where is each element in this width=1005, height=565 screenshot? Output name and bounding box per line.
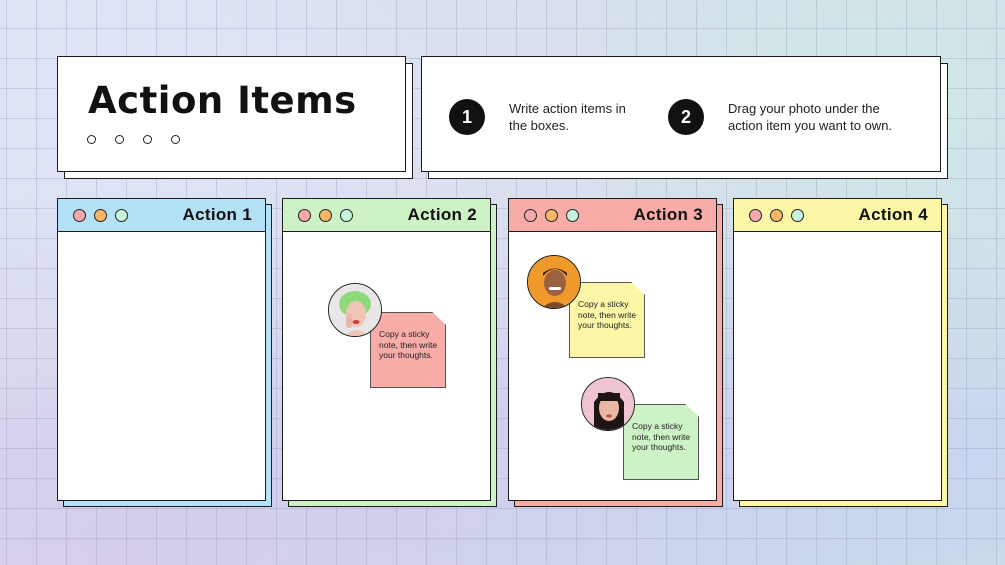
card-header: Action 4 [734,199,941,232]
instruction-step-1: 1 Write action items in the boxes. [449,99,659,135]
person-photo-icon [329,284,381,336]
step-text: Write action items in the boxes. [509,101,626,133]
dot-icon [143,135,152,144]
dot-icon [171,135,180,144]
sticky-note-text: Copy a sticky note, then write your thou… [379,329,438,360]
card-title: Action 3 [633,205,703,224]
instructions-panel: 1 Write action items in the boxes. 2 Dra… [421,56,941,172]
sticky-note-text: Copy a sticky note, then write your thou… [632,421,691,452]
dot-icon [87,135,96,144]
step-number-badge: 2 [668,99,704,135]
pink-dot-icon [749,209,762,222]
mint-dot-icon [566,209,579,222]
person-photo-icon [528,256,580,308]
window-dots [524,209,579,222]
card-title: Action 2 [407,205,477,224]
action-card-4[interactable]: Action 4 [733,198,942,501]
action-card-1[interactable]: Action 1 [57,198,266,501]
mint-dot-icon [791,209,804,222]
sticky-note-text: Copy a sticky note, then write your thou… [578,299,637,330]
orange-dot-icon [545,209,558,222]
sticky-note[interactable]: Copy a sticky note, then write your thou… [623,404,699,480]
person-photo-icon [582,378,634,430]
window-dots [73,209,128,222]
mint-dot-icon [340,209,353,222]
step-number-badge: 1 [449,99,485,135]
orange-dot-icon [319,209,332,222]
instruction-step-2: 2 Drag your photo under the action item … [668,99,928,135]
card-header: Action 3 [509,199,716,232]
step-text: Drag your photo under the action item yo… [728,101,893,133]
avatar-green-hair-woman[interactable] [328,283,382,337]
pink-dot-icon [298,209,311,222]
orange-dot-icon [94,209,107,222]
sticky-note[interactable]: Copy a sticky note, then write your thou… [370,312,446,388]
action-card-3[interactable]: Action 3 Copy a sticky note, then write … [508,198,717,501]
window-dots [749,209,804,222]
sticky-note[interactable]: Copy a sticky note, then write your thou… [569,282,645,358]
decorative-dots [87,135,180,144]
card-title: Action 1 [182,205,252,224]
pink-dot-icon [73,209,86,222]
pink-dot-icon [524,209,537,222]
page-title: Action Items [88,79,357,122]
avatar-smiling-man[interactable] [527,255,581,309]
dot-icon [115,135,124,144]
title-panel: Action Items [57,56,406,172]
window-dots [298,209,353,222]
orange-dot-icon [770,209,783,222]
card-header: Action 2 [283,199,490,232]
action-card-2[interactable]: Action 2 Copy a sticky note, then write … [282,198,491,501]
card-title: Action 4 [858,205,928,224]
mint-dot-icon [115,209,128,222]
card-header: Action 1 [58,199,265,232]
avatar-bangs-woman[interactable] [581,377,635,431]
